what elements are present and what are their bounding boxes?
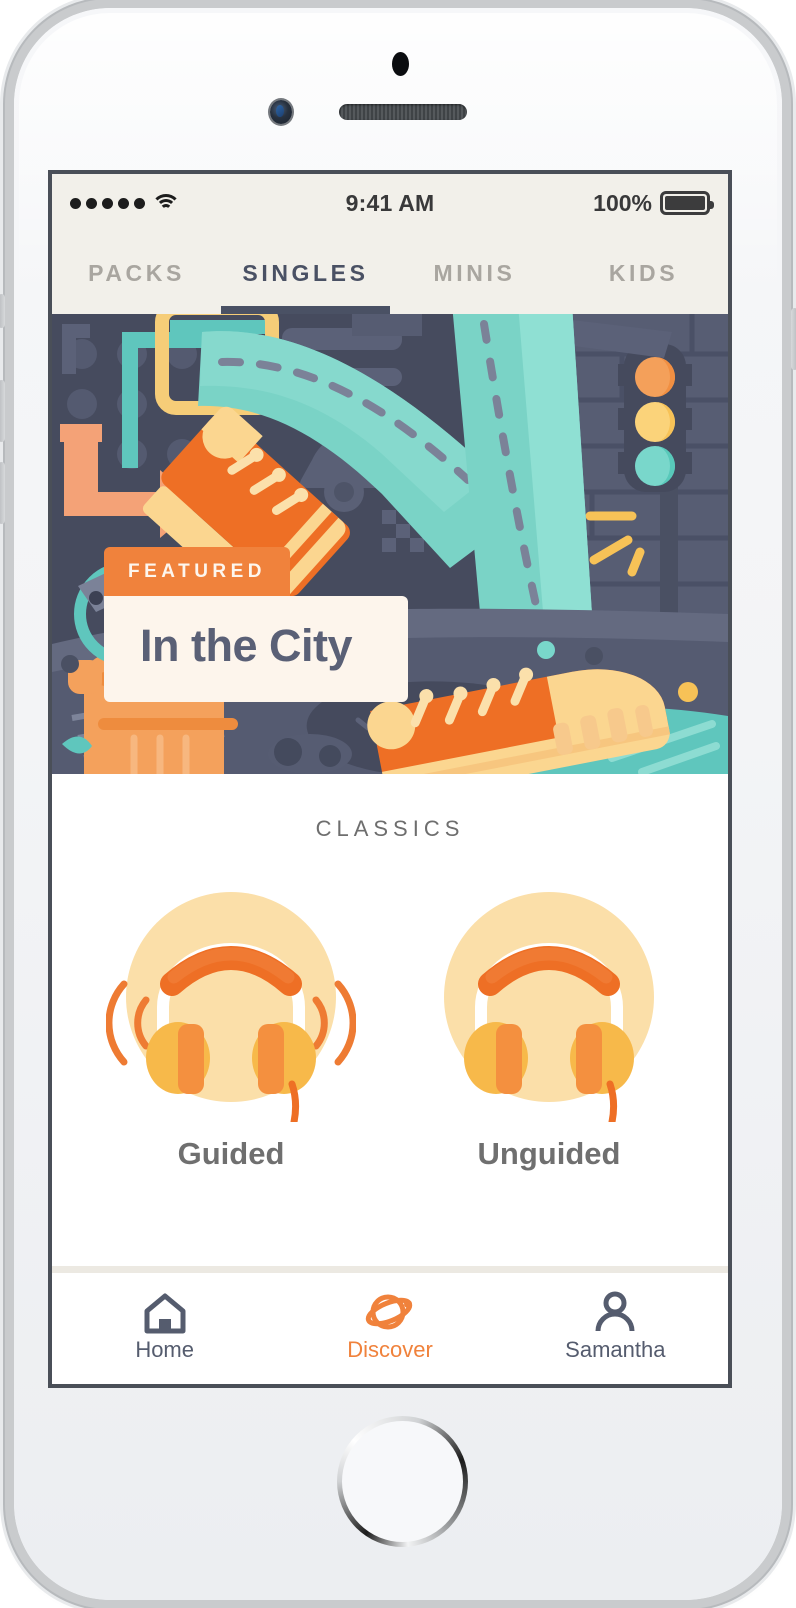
featured-badge: FEATURED [104,547,291,596]
tab-kids[interactable]: KIDS [559,232,728,314]
card-label-unguided: Unguided [477,1136,621,1171]
featured-card-group[interactable]: FEATURED In the City [104,547,408,702]
phone-screen: 9:41 AM 100% PACKS SINGLES MINIS KIDS FE… [52,174,728,1384]
nav-item-home[interactable]: Home [52,1291,277,1363]
card-guided[interactable]: Guided [106,872,356,1172]
headphones-with-soundwaves-icon [106,872,356,1122]
front-camera [270,100,292,124]
card-unguided[interactable]: Unguided [424,872,674,1172]
card-label-guided: Guided [177,1136,285,1171]
tab-packs[interactable]: PACKS [52,232,221,314]
featured-hero-banner[interactable]: FEATURED In the City [52,314,728,774]
featured-title: In the City [140,620,353,671]
battery-full-icon [660,191,714,215]
section-title-classics: CLASSICS [315,816,465,841]
person-icon [503,1291,728,1335]
featured-card[interactable]: In the City [104,596,408,702]
bottom-navigation-bar: Home Discover Samantha [52,1266,728,1384]
nav-label-samantha: Samantha [565,1337,666,1362]
status-bar: 9:41 AM 100% [52,174,728,232]
classics-card-list: Guided Unguided [52,872,728,1172]
battery-percent-label: 100% [593,189,652,216]
headphones-icon [424,872,674,1122]
power-button[interactable] [791,308,796,370]
silent-switch[interactable] [0,294,5,328]
home-icon [52,1291,277,1335]
tab-singles[interactable]: SINGLES [221,232,390,314]
classics-section: CLASSICS Guided Unguided [52,774,728,1171]
city-street-walking-sneakers-illustration [52,314,728,774]
earpiece-speaker [339,104,467,120]
nav-item-samantha[interactable]: Samantha [503,1291,728,1363]
home-button[interactable] [337,1416,468,1547]
nav-item-discover[interactable]: Discover [277,1291,502,1363]
volume-up-button[interactable] [0,380,5,442]
tab-minis[interactable]: MINIS [390,232,559,314]
volume-down-button[interactable] [0,462,5,524]
planet-icon [277,1291,502,1335]
nav-label-discover: Discover [347,1337,433,1362]
category-tab-bar: PACKS SINGLES MINIS KIDS [52,232,728,314]
proximity-sensor [392,52,409,76]
status-bar-right: 100% [593,189,714,217]
nav-label-home: Home [135,1337,194,1362]
